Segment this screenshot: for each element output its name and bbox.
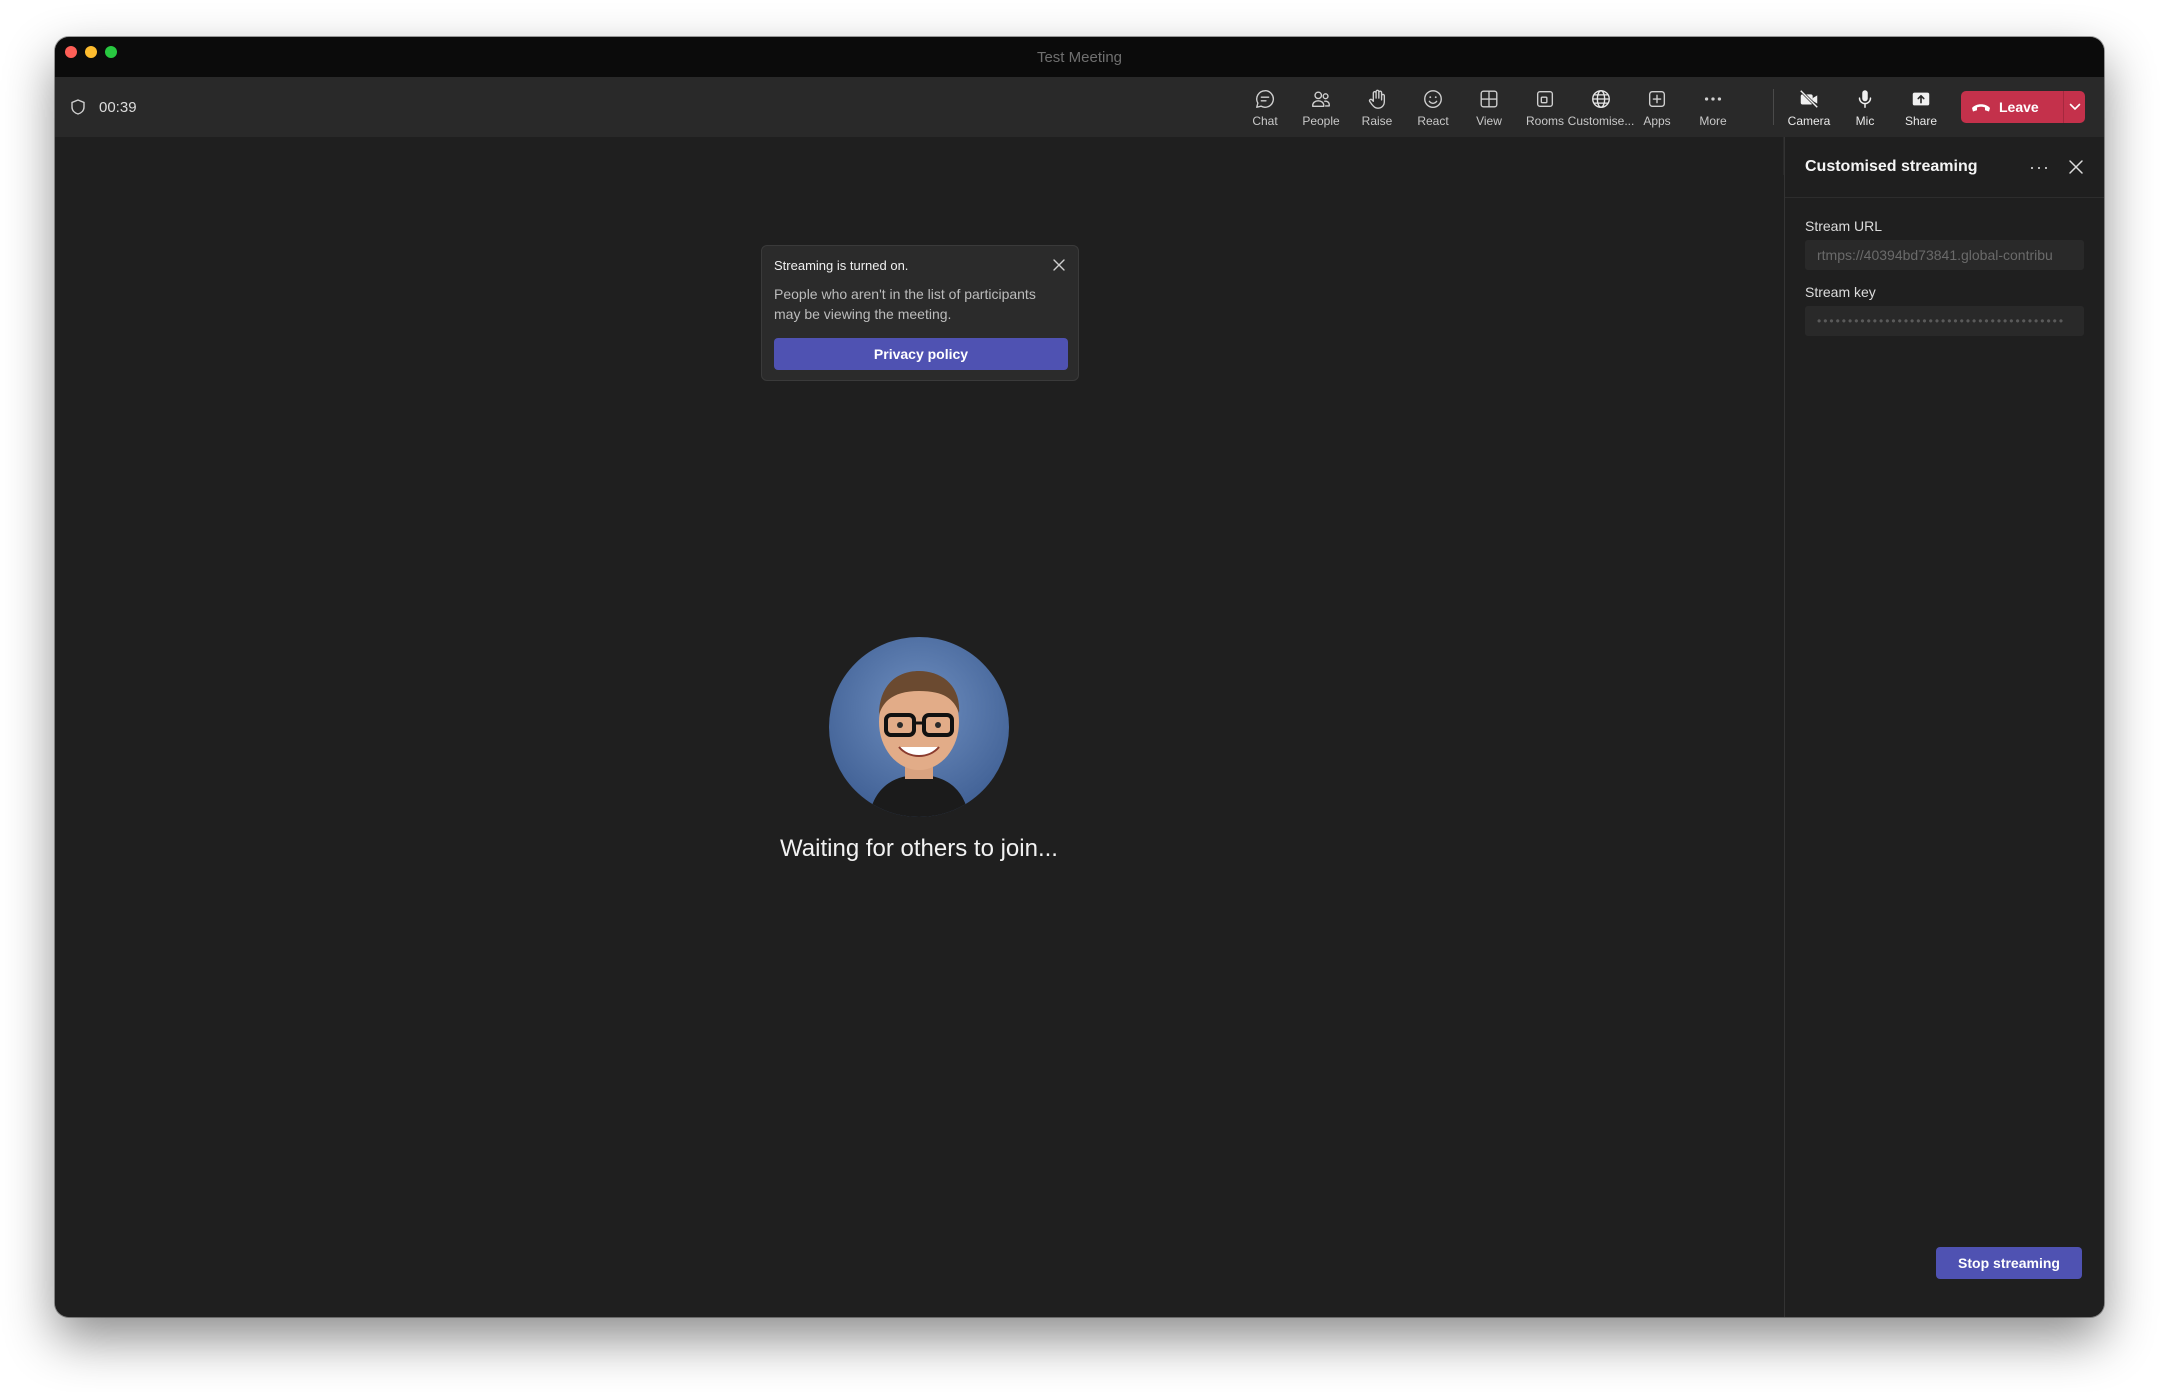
streaming-notification: Streaming is turned on. People who aren'… bbox=[761, 245, 1079, 381]
people-label: People bbox=[1302, 114, 1340, 128]
meeting-timer: 00:39 bbox=[71, 77, 137, 137]
leave-button[interactable]: Leave bbox=[1961, 91, 2063, 123]
timer-text: 00:39 bbox=[99, 98, 137, 116]
stream-key-label: Stream key bbox=[1805, 284, 1876, 300]
window-controls bbox=[65, 46, 117, 58]
stop-streaming-button[interactable]: Stop streaming bbox=[1936, 1247, 2082, 1279]
customised-streaming-panel: Customised streaming ··· Stream URL rtmp… bbox=[1784, 137, 2104, 1317]
notification-title: Streaming is turned on. bbox=[774, 258, 909, 273]
view-label: View bbox=[1476, 114, 1502, 128]
smiley-icon bbox=[1424, 90, 1442, 108]
window-title: Test Meeting bbox=[1036, 48, 1123, 66]
panel-title: Customised streaming bbox=[1805, 158, 1978, 175]
customised-streaming-button[interactable]: Customise... bbox=[1568, 86, 1634, 140]
close-window-button[interactable] bbox=[65, 46, 77, 58]
stream-url-field[interactable]: rtmps://40394bd73841.global-contribu bbox=[1805, 240, 2084, 270]
rooms-label: Rooms bbox=[1525, 114, 1564, 128]
notification-body: People who aren't in the list of partici… bbox=[774, 286, 1036, 322]
leave-button-group: Leave bbox=[1961, 91, 2085, 123]
leave-options-button[interactable] bbox=[2064, 91, 2085, 123]
react-label: React bbox=[1417, 114, 1449, 128]
panel-header: Customised streaming ··· bbox=[1785, 137, 2104, 198]
people-button[interactable]: People bbox=[1293, 86, 1349, 136]
chat-label: Chat bbox=[1252, 114, 1278, 128]
share-button[interactable]: Share bbox=[1893, 86, 1949, 136]
share-icon bbox=[1912, 92, 1930, 106]
toolbar-divider bbox=[1773, 89, 1774, 125]
react-button[interactable]: React bbox=[1405, 86, 1461, 136]
stream-url-label: Stream URL bbox=[1805, 218, 1883, 234]
chevron-down-icon bbox=[2069, 103, 2080, 111]
participant-photo bbox=[829, 637, 1009, 817]
share-label: Share bbox=[1904, 114, 1938, 128]
apps-icon bbox=[1648, 90, 1666, 108]
mic-icon bbox=[1858, 90, 1872, 108]
more-icon bbox=[1704, 97, 1722, 101]
apps-label: Apps bbox=[1643, 114, 1671, 128]
globe-icon bbox=[1592, 90, 1610, 108]
camera-button[interactable]: Camera bbox=[1781, 86, 1837, 136]
chat-icon bbox=[1256, 90, 1274, 108]
raise-hand-button[interactable]: Raise bbox=[1349, 86, 1405, 136]
more-button[interactable]: More bbox=[1685, 86, 1741, 136]
meeting-window: Test Meeting 00:39 Chat People Raise Rea… bbox=[55, 37, 2104, 1317]
zoom-window-button[interactable] bbox=[105, 46, 117, 58]
shield-icon bbox=[71, 99, 85, 115]
title-bar: Test Meeting bbox=[55, 37, 2104, 77]
leave-label: Leave bbox=[1999, 99, 2039, 115]
minimize-window-button[interactable] bbox=[85, 46, 97, 58]
customise-label: Customise... bbox=[1567, 114, 1635, 128]
more-label: More bbox=[1699, 114, 1727, 128]
grid-icon bbox=[1480, 90, 1498, 108]
avatar bbox=[829, 637, 1009, 817]
mic-button[interactable]: Mic bbox=[1837, 86, 1893, 136]
close-icon[interactable] bbox=[2068, 159, 2084, 175]
camera-off-icon bbox=[1799, 89, 1819, 109]
meeting-stage: Waiting for others to join... Streaming … bbox=[55, 137, 1783, 1317]
camera-label: Camera bbox=[1787, 114, 1831, 128]
rooms-icon bbox=[1536, 90, 1554, 108]
chat-button[interactable]: Chat bbox=[1237, 86, 1293, 136]
privacy-policy-button[interactable]: Privacy policy bbox=[774, 338, 1068, 370]
raise-label: Raise bbox=[1361, 114, 1393, 128]
rooms-button[interactable]: Rooms bbox=[1517, 86, 1573, 136]
apps-button[interactable]: Apps bbox=[1629, 86, 1685, 136]
phone-hangup-icon bbox=[1972, 104, 1990, 112]
waiting-message: Waiting for others to join... bbox=[780, 835, 1058, 862]
people-icon bbox=[1312, 91, 1330, 108]
mic-label: Mic bbox=[1855, 114, 1875, 128]
view-button[interactable]: View bbox=[1461, 86, 1517, 136]
panel-more-options-button[interactable]: ··· bbox=[2029, 157, 2050, 178]
hand-icon bbox=[1368, 89, 1386, 109]
close-icon[interactable] bbox=[1052, 258, 1066, 272]
stream-key-field[interactable]: •••••••••••••••••••••••••••••••••••••••• bbox=[1805, 306, 2084, 336]
